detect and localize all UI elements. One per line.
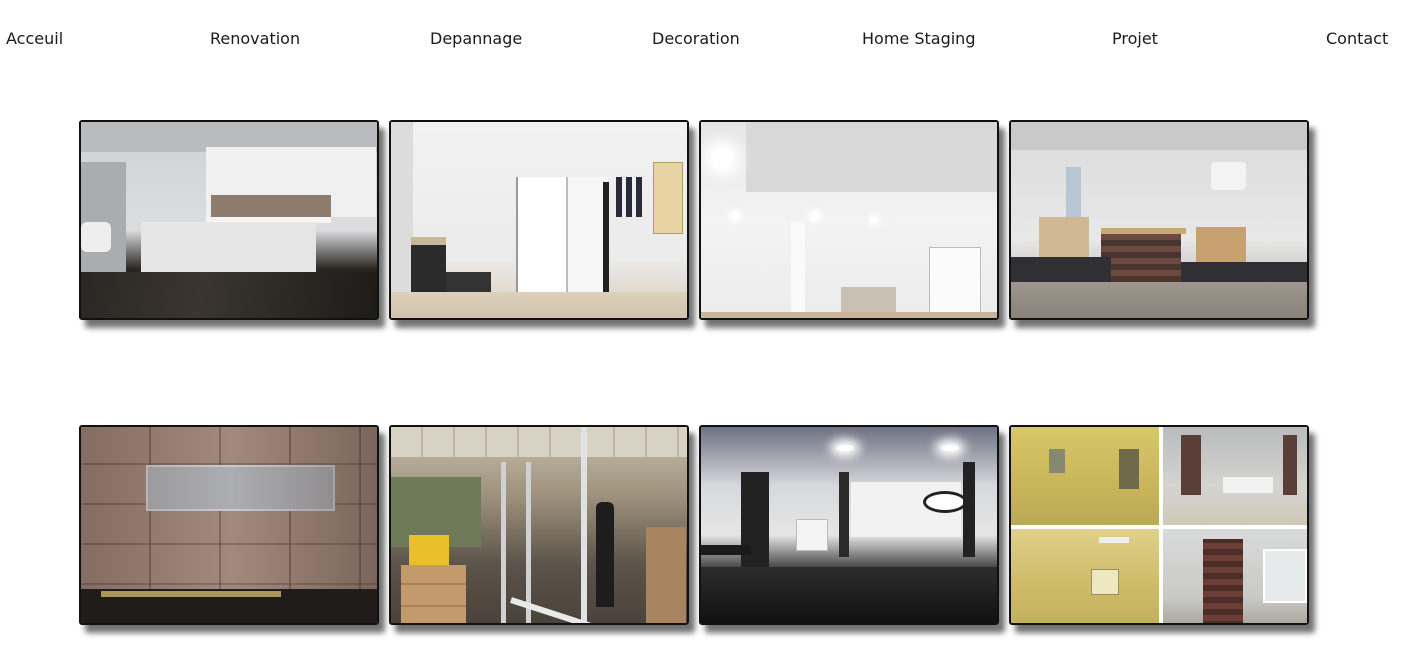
gallery-photo-4[interactable] bbox=[1009, 120, 1309, 320]
nav-item-renovation[interactable]: Renovation bbox=[210, 28, 300, 50]
gallery-photo-1[interactable] bbox=[79, 120, 379, 320]
gallery-photo-3[interactable] bbox=[699, 120, 999, 320]
gallery-photo-2[interactable] bbox=[389, 120, 689, 320]
nav-item-projet[interactable]: Projet bbox=[1112, 28, 1158, 50]
photo-kitchen bbox=[81, 122, 377, 318]
gallery-row-1 bbox=[79, 120, 1315, 325]
collage-bottom-left bbox=[1011, 529, 1159, 623]
photo-tiled-wall bbox=[81, 427, 377, 623]
gallery-photo-8[interactable] bbox=[1009, 425, 1309, 625]
collage-bottom-right bbox=[1163, 529, 1307, 623]
photo-construction bbox=[391, 427, 687, 623]
nav-item-acceuil[interactable]: Acceuil bbox=[6, 28, 63, 50]
gallery-photo-6[interactable] bbox=[389, 425, 689, 625]
nav-item-depannage[interactable]: Depannage bbox=[430, 28, 522, 50]
photo-collage bbox=[1011, 427, 1307, 623]
main-nav: Acceuil Renovation Depannage Decoration … bbox=[0, 0, 1428, 78]
collage-top-right bbox=[1163, 427, 1307, 525]
photo-dark-office bbox=[701, 427, 997, 623]
photo-white-room bbox=[701, 122, 997, 318]
gallery-row-2 bbox=[79, 425, 1315, 630]
nav-item-home-staging[interactable]: Home Staging bbox=[862, 28, 975, 50]
photo-hallway bbox=[391, 122, 687, 318]
gallery-photo-7[interactable] bbox=[699, 425, 999, 625]
nav-item-decoration[interactable]: Decoration bbox=[652, 28, 740, 50]
nav-item-contact[interactable]: Contact bbox=[1326, 28, 1388, 50]
collage-top-left bbox=[1011, 427, 1159, 525]
photo-studio bbox=[1011, 122, 1307, 318]
gallery-photo-5[interactable] bbox=[79, 425, 379, 625]
